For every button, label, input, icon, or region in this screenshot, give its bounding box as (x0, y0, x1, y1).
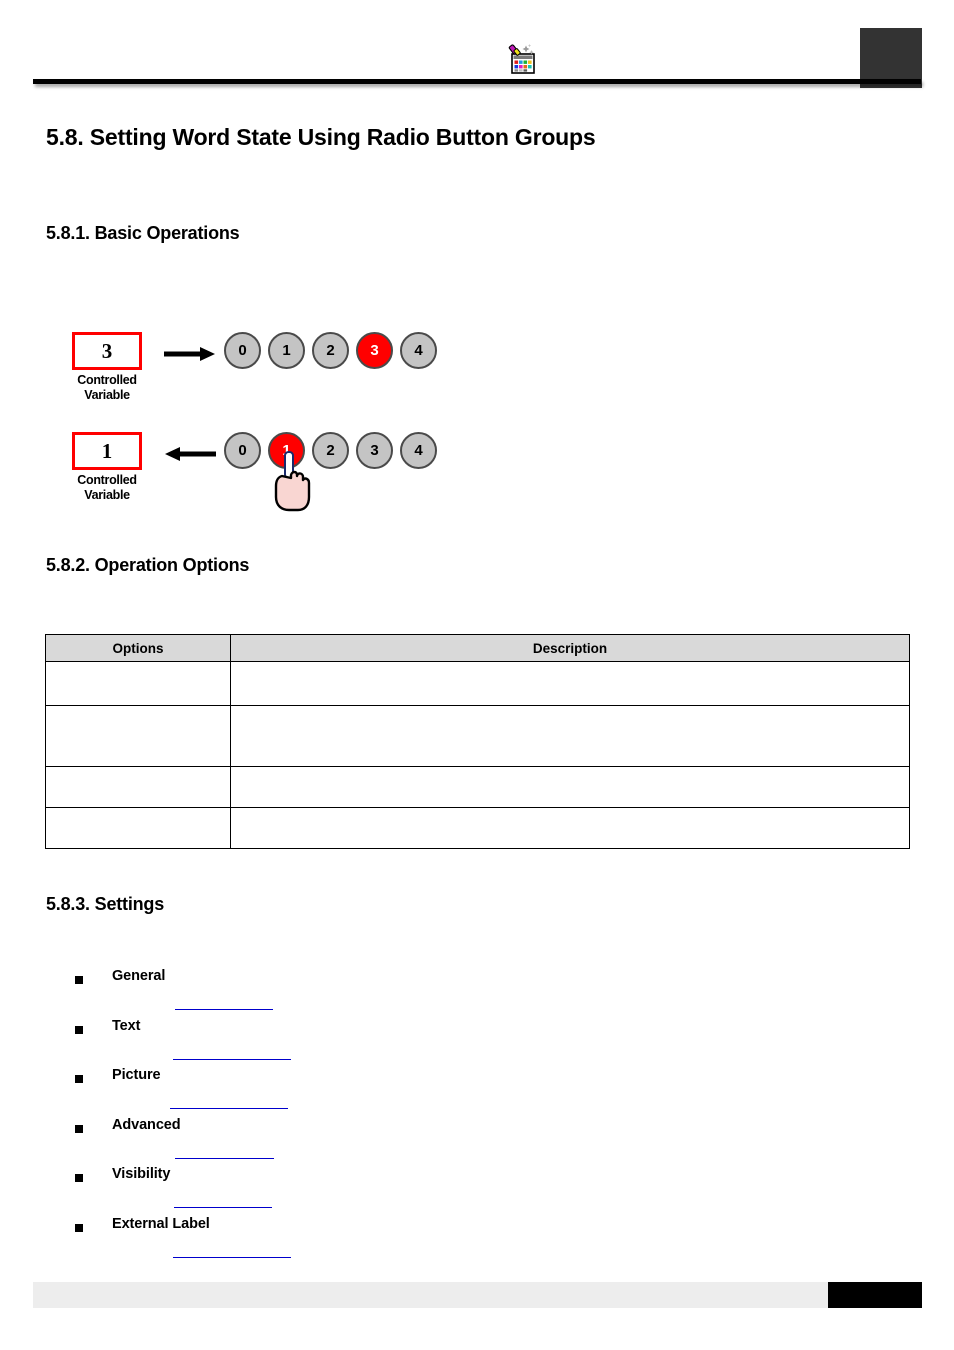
subsection-heading-settings: 5.8.3. Settings (46, 894, 165, 914)
setting-link-external-label[interactable] (173, 1245, 291, 1258)
radio-option-2[interactable]: 2 (312, 332, 349, 369)
cell-option (45, 807, 231, 849)
cv-label-line1: Controlled (77, 473, 137, 487)
cell-option (45, 766, 231, 808)
cell-description (230, 661, 910, 706)
cell-option (45, 661, 231, 706)
setting-link-general[interactable] (175, 997, 273, 1010)
settings-link-list: General Text Picture Advanced Visibility… (0, 962, 954, 1259)
radio-option-4[interactable]: 4 (400, 332, 437, 369)
radio-button-group-2[interactable]: 0 1 2 3 4 (224, 432, 444, 469)
footer-block (828, 1282, 922, 1308)
radio-option-3-selected[interactable]: 3 (356, 332, 393, 369)
list-item: Picture (0, 1061, 954, 1111)
table-header-row: Options Description (45, 634, 910, 662)
setting-label-picture: Picture (112, 1067, 161, 1083)
square-bullet-icon (75, 976, 83, 984)
diagram-row-read: 1 Controlled Variable 0 1 2 3 4 (46, 432, 466, 532)
subsection-heading-operation-options: 5.8.2. Operation Options (46, 555, 250, 575)
page-footer (0, 1282, 954, 1310)
column-header-description: Description (230, 634, 910, 662)
radio-option-0[interactable]: 0 (224, 332, 261, 369)
header-divider-rule (33, 79, 921, 84)
table-row (45, 807, 910, 849)
setting-label-general: General (112, 968, 166, 984)
square-bullet-icon (75, 1025, 83, 1034)
list-item: External Label (0, 1210, 954, 1260)
column-header-options: Options (45, 634, 231, 662)
controlled-variable-group-1: 3 Controlled Variable (62, 332, 152, 403)
setting-label-text: Text (112, 1017, 141, 1034)
table-row (45, 705, 910, 767)
cell-description (230, 705, 910, 767)
controlled-variable-value-2: 1 (72, 432, 142, 470)
setting-link-picture[interactable] (170, 1096, 288, 1109)
radio-button-group-1[interactable]: 0 1 2 3 4 (224, 332, 444, 369)
cell-description (230, 766, 910, 808)
square-bullet-icon (75, 1174, 83, 1182)
list-item: General (0, 962, 954, 1012)
square-bullet-icon (75, 1124, 83, 1133)
controlled-variable-group-2: 1 Controlled Variable (62, 432, 152, 503)
arrow-left-icon (164, 446, 216, 462)
operation-options-table: Options Description (45, 634, 910, 849)
radio-option-3[interactable]: 3 (356, 432, 393, 469)
setting-label-external-label: External Label (112, 1215, 210, 1232)
radio-option-1[interactable]: 1 (268, 332, 305, 369)
hand-pointer-icon (268, 450, 316, 512)
setting-link-advanced[interactable] (175, 1146, 274, 1159)
controlled-variable-value-1: 3 (72, 332, 142, 370)
cell-description (230, 807, 910, 849)
setting-label-advanced: Advanced (112, 1116, 181, 1133)
page-header (0, 0, 954, 100)
paint-palette-window-icon (505, 42, 539, 76)
list-item: Advanced (0, 1111, 954, 1161)
diagram-row-write: 3 Controlled Variable 0 1 2 3 4 (46, 332, 466, 432)
radio-option-2[interactable]: 2 (312, 432, 349, 469)
table-row (45, 766, 910, 808)
list-item: Text (0, 1012, 954, 1062)
cv-label-line1: Controlled (77, 373, 137, 387)
controlled-variable-label-2: Controlled Variable (62, 473, 152, 503)
table-row (45, 661, 910, 706)
square-bullet-icon (75, 1223, 83, 1232)
square-bullet-icon (75, 1075, 83, 1083)
radio-button-group-diagram: 3 Controlled Variable 0 1 2 3 4 1 Contro… (46, 332, 466, 532)
setting-label-visibility: Visibility (112, 1166, 171, 1182)
controlled-variable-label-1: Controlled Variable (62, 373, 152, 403)
setting-link-text[interactable] (173, 1047, 291, 1060)
radio-option-4[interactable]: 4 (400, 432, 437, 469)
arrow-right-icon (164, 346, 216, 362)
subsection-heading-basic-operations: 5.8.1. Basic Operations (46, 223, 240, 243)
cv-label-line2: Variable (84, 388, 130, 402)
cell-option (45, 705, 231, 767)
footer-bar (33, 1282, 922, 1308)
setting-link-visibility[interactable] (174, 1195, 272, 1208)
page-title: 5.8. Setting Word State Using Radio Butt… (46, 124, 596, 150)
list-item: Visibility (0, 1160, 954, 1210)
radio-option-0[interactable]: 0 (224, 432, 261, 469)
cv-label-line2: Variable (84, 488, 130, 502)
